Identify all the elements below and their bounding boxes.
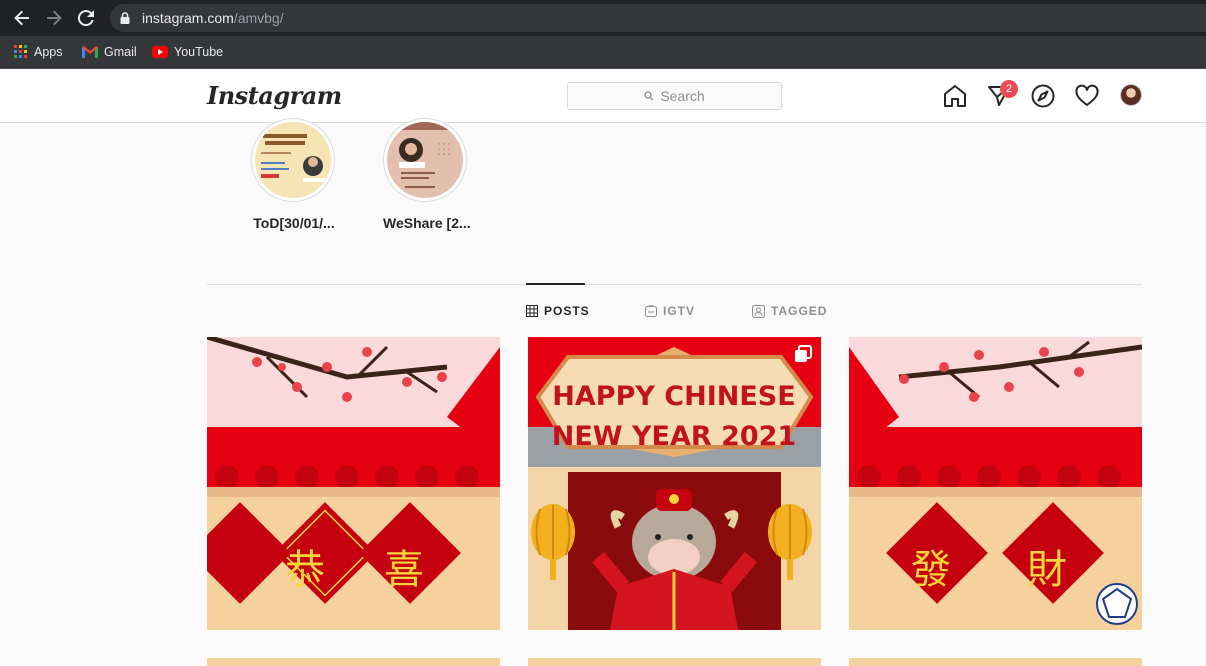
post-title-line: NEW YEAR 2021: [552, 421, 796, 452]
bookmark-youtube[interactable]: YouTube: [152, 43, 223, 61]
highlight-item[interactable]: ToD[30/01/...: [251, 118, 337, 231]
lock-icon: [120, 12, 130, 24]
browser-toolbar: instagram.com/amvbg/: [0, 0, 1206, 36]
home-icon[interactable]: [942, 83, 968, 109]
youtube-icon: [152, 46, 168, 58]
tab-label: IGTV: [663, 304, 696, 318]
tab-label: TAGGED: [771, 304, 828, 318]
highlight-ring: [383, 118, 467, 202]
post-image: 發 財: [849, 337, 1142, 630]
explore-compass-icon[interactable]: [1030, 83, 1056, 109]
tab-tagged[interactable]: TAGGED: [752, 304, 827, 318]
search-icon: [644, 91, 654, 101]
bookmark-label: YouTube: [174, 45, 224, 59]
tabs-divider: [207, 284, 1142, 285]
post-tile[interactable]: [849, 658, 1142, 666]
tagged-user-icon: [752, 304, 765, 318]
instagram-header: Instagram Search: [0, 69, 1206, 123]
post-char: 恭: [285, 547, 325, 593]
tab-igtv[interactable]: IGTV: [645, 304, 695, 318]
direct-unread-badge: 2: [1000, 80, 1018, 98]
profile-avatar[interactable]: [1120, 84, 1142, 106]
post-char: 發: [911, 547, 951, 593]
tab-label: POSTS: [544, 304, 590, 318]
post-image: 恭 喜: [207, 337, 500, 630]
search-input[interactable]: Search: [567, 82, 782, 110]
instagram-logo[interactable]: Instagram: [207, 81, 342, 110]
post-tile[interactable]: 恭 喜: [207, 337, 500, 630]
post-char: 財: [1027, 547, 1067, 593]
highlight-item[interactable]: WeShare [2...: [383, 118, 471, 231]
highlight-ring: [251, 118, 335, 202]
highlight-label: WeShare [2...: [383, 215, 471, 231]
bookmark-label: Gmail: [104, 45, 137, 59]
post-tile[interactable]: [528, 658, 821, 666]
search-placeholder: Search: [660, 88, 705, 104]
highlight-label: ToD[30/01/...: [253, 215, 335, 231]
bookmarks-bar: Apps Gmail YouTube: [0, 36, 1206, 69]
bookmark-label: Apps: [34, 45, 63, 59]
post-char: 喜: [384, 547, 424, 593]
post-title-line: HAPPY CHINESE: [552, 381, 795, 412]
post-tile[interactable]: [207, 658, 500, 666]
gmail-icon: [82, 46, 98, 58]
post-tile[interactable]: HAPPY CHINESE NEW YEAR 2021: [528, 337, 821, 630]
bookmark-gmail[interactable]: Gmail: [82, 43, 137, 61]
forward-arrow-icon[interactable]: [42, 6, 66, 30]
apps-grid-icon: [14, 45, 27, 58]
highlight-thumbnail: [387, 122, 463, 198]
reload-icon[interactable]: [74, 6, 98, 30]
activity-heart-icon[interactable]: [1074, 83, 1100, 109]
active-tab-indicator: [526, 283, 585, 285]
igtv-icon: [645, 305, 657, 317]
bookmark-apps[interactable]: Apps: [14, 43, 63, 61]
address-bar[interactable]: instagram.com/amvbg/: [110, 4, 1206, 32]
post-tile[interactable]: 發 財: [849, 337, 1142, 630]
back-arrow-icon[interactable]: [10, 6, 34, 30]
grid-icon: [526, 305, 538, 317]
post-image: HAPPY CHINESE NEW YEAR 2021: [528, 337, 821, 630]
url-text: instagram.com/amvbg/: [142, 10, 284, 26]
highlight-thumbnail: [255, 122, 331, 198]
tab-posts[interactable]: POSTS: [526, 304, 590, 318]
